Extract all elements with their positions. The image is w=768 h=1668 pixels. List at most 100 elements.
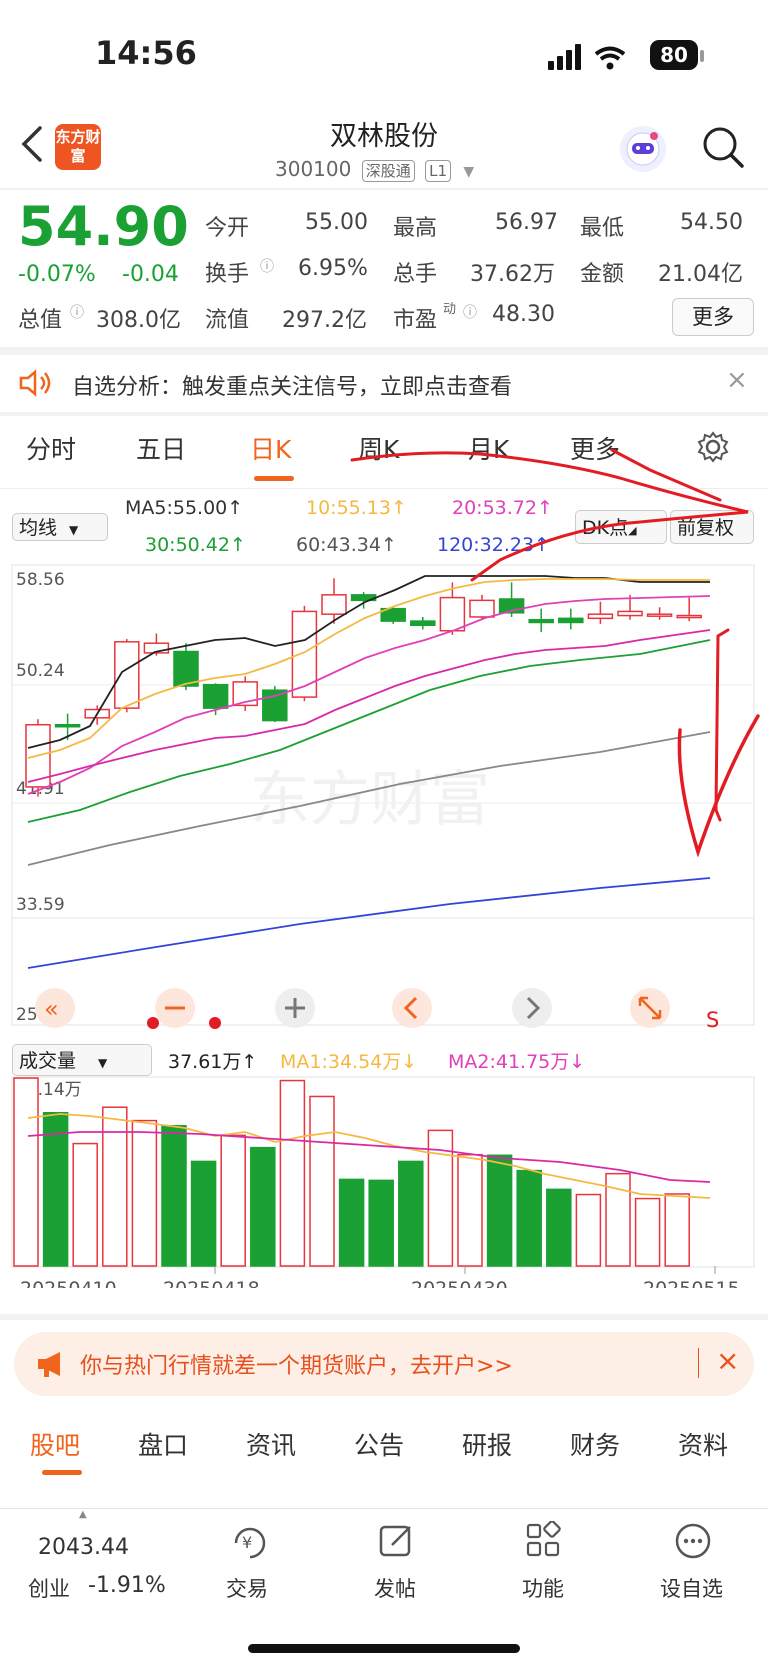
battery-tip xyxy=(700,50,704,62)
pe-label: 市盈 xyxy=(393,308,438,333)
volume-bar xyxy=(72,1142,98,1267)
tab-announcements[interactable]: 公告 xyxy=(354,1426,404,1462)
stock-code: 300100 xyxy=(275,157,352,181)
tab-pankou[interactable]: 盘口 xyxy=(138,1426,188,1462)
signal-dot xyxy=(209,1017,221,1029)
turnover-label: 换手 xyxy=(205,262,250,287)
tab-guba[interactable]: 股吧 xyxy=(30,1426,80,1462)
tab-research[interactable]: 研报 xyxy=(462,1426,512,1462)
volume-bar xyxy=(457,1153,483,1267)
hand-annotation-overlay xyxy=(350,448,760,858)
date-label: 20250418 xyxy=(163,1278,260,1288)
volume-label: 总手 xyxy=(393,262,438,287)
ad-separator xyxy=(698,1348,699,1378)
high-value: 56.97 xyxy=(495,210,558,235)
rewind-glyph: « xyxy=(44,995,59,1023)
volume-bar xyxy=(546,1188,572,1267)
low-value: 54.50 xyxy=(680,210,743,235)
stock-code-row[interactable]: 300100 深股通 L1 ▼ xyxy=(275,157,474,182)
info-icon[interactable]: ⓘ xyxy=(70,302,84,322)
volume-indicator-select[interactable]: 成交量 ▼ xyxy=(12,1044,152,1076)
next-icon[interactable] xyxy=(512,988,552,1028)
annotation-stroke xyxy=(350,451,749,582)
speaker-icon xyxy=(19,369,51,397)
nav-watchlist[interactable]: 设自选 xyxy=(660,1573,723,1603)
watchlist-icon[interactable] xyxy=(673,1521,717,1561)
volume-bar xyxy=(338,1178,365,1267)
functions-icon[interactable] xyxy=(524,1521,568,1561)
volume-bar xyxy=(13,1077,39,1267)
volume-indicator-label: 成交量 xyxy=(19,1050,77,1072)
volume-bar xyxy=(664,1193,690,1267)
close-icon[interactable]: × xyxy=(726,365,748,395)
low-label: 最低 xyxy=(580,216,625,241)
volume-bar xyxy=(42,1111,69,1267)
volume-chart[interactable]: 98.14万 20250410 20250418 20250430 202505… xyxy=(0,1076,768,1288)
battery-indicator: 80 xyxy=(650,40,698,70)
more-button[interactable]: 更多 xyxy=(672,298,754,336)
change-pct: -0.07% xyxy=(18,262,96,287)
nav-post[interactable]: 发帖 xyxy=(374,1573,416,1603)
status-time: 14:56 xyxy=(95,34,197,72)
signal-dot xyxy=(147,1017,159,1029)
home-indicator xyxy=(248,1644,520,1653)
open-label: 今开 xyxy=(205,216,250,241)
float-value: 297.2亿 xyxy=(282,308,367,333)
nav-functions[interactable]: 功能 xyxy=(522,1573,564,1603)
status-bar: 14:56 80 xyxy=(0,0,768,110)
robot-assistant-icon[interactable] xyxy=(620,126,666,172)
date-label: 20250430 xyxy=(411,1278,508,1288)
float-label: 流值 xyxy=(205,308,250,333)
prev-icon[interactable] xyxy=(392,988,432,1028)
mktcap-label: 总值 xyxy=(18,308,63,333)
pe-sup: 动 xyxy=(443,302,457,317)
ad-text: 你与热门行情就差一个期货账户，去开户>> xyxy=(80,1354,513,1379)
volume-bar xyxy=(575,1193,602,1267)
amount-label: 金额 xyxy=(580,262,625,287)
annotation-arrow xyxy=(677,714,760,858)
amount-value: 21.04亿 xyxy=(658,262,743,287)
sell-signal-label: S xyxy=(706,1008,719,1032)
current-price: 54.90 xyxy=(18,195,189,258)
volume-bar xyxy=(516,1169,542,1267)
volume-bar xyxy=(220,1134,246,1267)
volume-ma1: MA1:34.54万↓ xyxy=(280,1051,418,1073)
nav-trade[interactable]: 交易 xyxy=(226,1573,268,1603)
index-value[interactable]: 2043.44 xyxy=(38,1535,129,1560)
tab-profile[interactable]: 资料 xyxy=(678,1426,728,1462)
volume-bar xyxy=(131,1119,158,1267)
volume-ma2: MA2:41.75万↓ xyxy=(448,1051,586,1073)
volume-bar xyxy=(161,1125,187,1267)
dropdown-icon: ▼ xyxy=(98,1056,108,1070)
svg-text:¥: ¥ xyxy=(242,1533,252,1552)
notice-text: 自选分析：触发重点关注信号，立即点击查看 xyxy=(72,375,513,400)
tab-finance[interactable]: 财务 xyxy=(570,1426,620,1462)
dropdown-icon: ▼ xyxy=(463,164,475,180)
volume-bar xyxy=(102,1106,128,1267)
close-icon[interactable]: × xyxy=(716,1344,739,1377)
info-icon[interactable]: ⓘ xyxy=(463,302,477,322)
volume-bar xyxy=(309,1095,335,1267)
open-value: 55.00 xyxy=(305,210,368,235)
volume-value: 37.62万 xyxy=(470,262,555,287)
ad-banner[interactable]: 你与热门行情就差一个期货账户，去开户>> × xyxy=(14,1332,754,1396)
post-icon[interactable] xyxy=(376,1521,420,1561)
volume-bar xyxy=(368,1179,394,1267)
date-label: 20250515 xyxy=(643,1278,740,1288)
volume-bar xyxy=(634,1197,661,1267)
info-icon[interactable]: ⓘ xyxy=(260,256,274,276)
caret-up-icon: ▲ xyxy=(79,1509,87,1520)
volume-bar xyxy=(279,1079,306,1267)
trade-icon[interactable]: ¥ xyxy=(228,1521,272,1561)
volume-bar xyxy=(486,1154,513,1267)
tab-news[interactable]: 资讯 xyxy=(246,1426,296,1462)
price-tick: 33.59 xyxy=(16,895,65,915)
volume-bar xyxy=(190,1160,217,1267)
change-abs: -0.04 xyxy=(122,262,179,287)
volume-value: 37.61万↑ xyxy=(168,1051,258,1073)
market-tag: 深股通 xyxy=(361,160,415,182)
ma120-line xyxy=(27,877,711,969)
volume-bar xyxy=(250,1146,276,1267)
search-icon[interactable] xyxy=(700,124,746,174)
section-divider xyxy=(0,1314,768,1320)
